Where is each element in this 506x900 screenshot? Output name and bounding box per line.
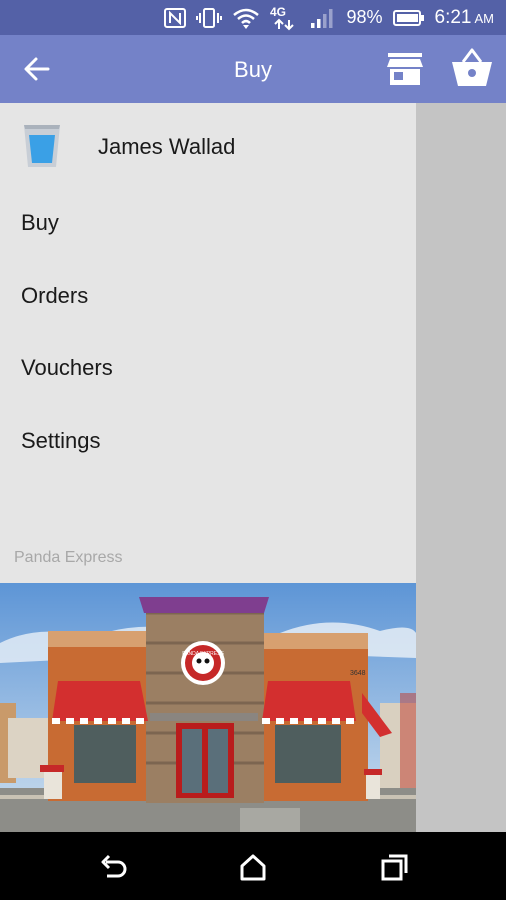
clock-ampm: AM <box>474 10 495 26</box>
user-name: James Wallad <box>98 134 236 159</box>
drawer-item-label: Vouchers <box>21 355 113 380</box>
drawer-item-buy[interactable]: Buy <box>0 194 416 254</box>
nfc-icon <box>164 7 187 28</box>
clock: 6:21 AM <box>435 7 494 29</box>
drawer-item-vouchers[interactable]: Vouchers <box>0 339 416 399</box>
recent-apps-icon[interactable] <box>380 852 410 882</box>
drawer-item-label: Orders <box>21 283 89 308</box>
back-icon[interactable] <box>98 852 128 882</box>
drawer-user-header[interactable]: James Wallad <box>0 103 416 189</box>
network-type-label: 4G <box>270 5 286 19</box>
basket-icon[interactable] <box>450 48 494 88</box>
battery-icon <box>392 9 424 26</box>
status-icons: 4G 98% 6:21 AM <box>164 0 494 35</box>
drawer-item-orders[interactable]: Orders <box>0 267 416 327</box>
system-nav-bar <box>0 832 506 900</box>
signal-icon <box>311 8 333 28</box>
storefront-photo: PANDA EXPRESS 3648 <box>0 583 416 832</box>
vibrate-icon <box>196 7 223 28</box>
network-type-icon: 4G <box>270 5 295 30</box>
home-icon[interactable] <box>238 852 268 882</box>
brand-caption: Panda Express <box>14 549 123 566</box>
store-number-text: 3648 <box>350 670 366 677</box>
cup-avatar-icon <box>24 125 60 167</box>
drawer-item-label: Buy <box>21 210 59 235</box>
drawer-scrim[interactable] <box>416 103 506 832</box>
wifi-icon <box>233 8 260 29</box>
drawer-item-label: Settings <box>21 428 101 453</box>
clock-time: 6:21 <box>434 6 472 28</box>
battery-percent: 98% <box>346 7 383 27</box>
status-bar: 4G 98% 6:21 AM <box>0 0 506 35</box>
store-sign-text: PANDA EXPRESS <box>182 651 224 657</box>
page-title: Buy <box>234 57 272 82</box>
navigation-drawer: James Wallad Buy Orders Vouchers Setting… <box>0 103 416 832</box>
drawer-item-settings[interactable]: Settings <box>0 412 416 472</box>
app-bar: Buy <box>0 35 506 103</box>
store-icon[interactable] <box>386 50 424 88</box>
